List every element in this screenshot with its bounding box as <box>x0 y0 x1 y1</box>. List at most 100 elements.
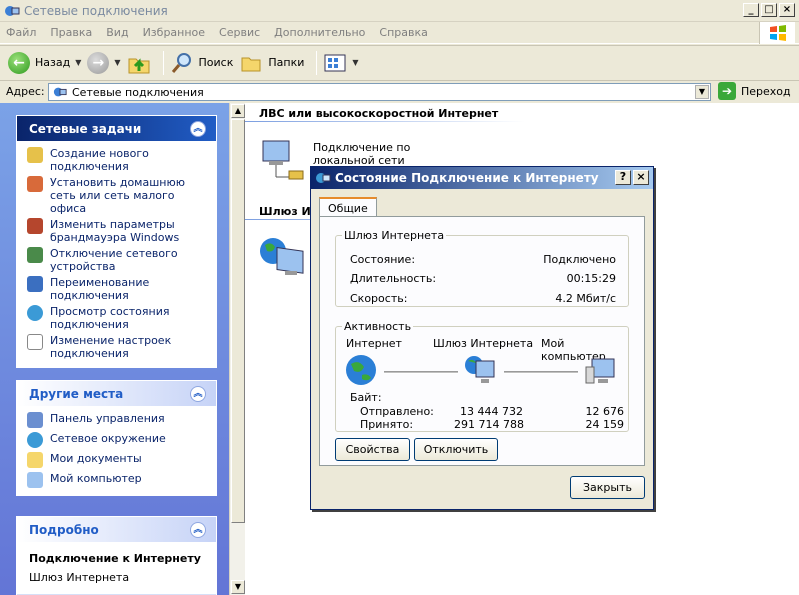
views-button[interactable]: ▼ <box>323 52 359 74</box>
my-documents-icon <box>27 452 43 468</box>
maximize-button[interactable]: □ <box>761 3 777 17</box>
collapse-icon[interactable]: ︽ <box>190 120 206 137</box>
address-dropdown-button[interactable]: ▼ <box>695 85 709 99</box>
folders-label: Папки <box>268 56 305 69</box>
control-panel-icon <box>27 412 43 428</box>
forward-button[interactable]: → ▼ <box>87 51 121 74</box>
gateway-legend: Шлюз Интернета <box>344 229 445 242</box>
network-connections-icon <box>53 87 67 97</box>
sent-row: Отправлено: 13 444 732 12 676 <box>360 405 624 418</box>
toolbar-separator <box>162 50 164 75</box>
chevron-down-icon[interactable]: ▼ <box>114 58 120 67</box>
task-rename[interactable]: Переименование подключения <box>27 276 210 302</box>
received-internet-value: 291 714 788 <box>454 418 524 431</box>
place-network-neighborhood[interactable]: Сетевое окружение <box>27 432 210 448</box>
speed-label: Скорость: <box>350 292 408 305</box>
rename-icon <box>27 276 43 292</box>
windows-logo <box>759 22 795 44</box>
address-input[interactable]: Сетевые подключения ▼ <box>48 83 711 101</box>
activity-internet-label: Интернет <box>346 337 402 350</box>
task-label: Просмотр состояния подключения <box>50 305 170 331</box>
home-network-icon <box>27 176 43 192</box>
status-icon <box>27 305 43 321</box>
activity-legend: Активность <box>344 320 412 333</box>
task-home-network[interactable]: Установить домашнюю сеть или сеть малого… <box>27 176 210 215</box>
gateway-group: Шлюз Интернета Состояние: Подключено Дли… <box>335 229 629 307</box>
place-my-documents[interactable]: Мои документы <box>27 452 210 468</box>
connection-icon <box>316 173 331 183</box>
dialog-close-action-button[interactable]: Закрыть <box>570 476 645 499</box>
activity-gateway-label: Шлюз Интернета <box>433 337 534 350</box>
dialog-title: Состояние Подключение к Интернету <box>335 171 599 185</box>
up-folder-button[interactable] <box>127 51 151 75</box>
menu-file[interactable]: Файл <box>6 26 36 39</box>
internet-globe-icon <box>344 353 378 387</box>
scroll-thumb[interactable] <box>231 119 245 523</box>
window-title: Сетевые подключения <box>24 3 168 18</box>
state-value: Подключено <box>543 253 616 266</box>
search-label: Поиск <box>198 56 234 69</box>
activity-link-internet <box>384 371 458 374</box>
chevron-down-icon[interactable]: ▼ <box>352 58 358 67</box>
scroll-up-button[interactable]: ▲ <box>231 104 245 118</box>
details-panel: Подробно ︽ Подключение к Интернету Шлюз … <box>16 516 217 595</box>
vertical-scrollbar[interactable]: ▲ ▼ <box>229 103 245 595</box>
menu-edit[interactable]: Правка <box>50 26 92 39</box>
activity-link-computer <box>504 371 578 374</box>
collapse-icon[interactable]: ︽ <box>190 385 206 402</box>
tab-general[interactable]: Общие <box>319 197 377 217</box>
details-header[interactable]: Подробно ︽ <box>17 517 216 542</box>
back-button[interactable]: ← Назад ▼ <box>8 51 81 74</box>
other-places-header[interactable]: Другие места ︽ <box>17 381 216 406</box>
my-computer-icon <box>584 353 618 387</box>
task-change-settings[interactable]: Изменение настроек подключения <box>27 334 210 360</box>
search-icon <box>171 52 191 73</box>
network-neighborhood-icon <box>27 432 43 448</box>
folders-icon <box>241 57 261 71</box>
internet-gateway-icon[interactable] <box>259 233 305 279</box>
folders-button[interactable]: Папки <box>239 51 304 75</box>
search-button[interactable]: Поиск <box>170 51 234 75</box>
collapse-icon[interactable]: ︽ <box>190 521 206 538</box>
help-button[interactable]: ? <box>615 170 631 185</box>
sent-label: Отправлено: <box>360 405 434 418</box>
details-title: Подробно <box>29 522 99 537</box>
menu-favorites[interactable]: Избранное <box>143 26 205 39</box>
close-button[interactable]: × <box>779 3 795 17</box>
forward-arrow-icon: → <box>87 51 110 74</box>
menu-help[interactable]: Справка <box>379 26 427 39</box>
duration-value: 00:15:29 <box>566 272 616 285</box>
task-firewall[interactable]: Изменить параметры брандмауэра Windows <box>27 218 210 244</box>
dialog-close-button[interactable]: × <box>633 170 649 185</box>
state-label: Состояние: <box>350 253 416 266</box>
place-label: Панель управления <box>50 412 165 425</box>
go-button[interactable]: ➔ Переход <box>718 82 791 100</box>
scroll-down-button[interactable]: ▼ <box>231 580 245 594</box>
task-view-status[interactable]: Просмотр состояния подключения <box>27 305 210 331</box>
address-bar: Адрес: Сетевые подключения ▼ ➔ Переход <box>0 80 799 102</box>
sent-computer-value: 12 676 <box>585 405 625 418</box>
menu-tools[interactable]: Сервис <box>219 26 260 39</box>
received-computer-value: 24 159 <box>585 418 625 431</box>
network-tasks-header[interactable]: Сетевые задачи ︽ <box>17 116 216 141</box>
minimize-button[interactable]: _ <box>743 3 759 17</box>
place-my-computer[interactable]: Мой компьютер <box>27 472 210 488</box>
menu-advanced[interactable]: Дополнительно <box>274 26 365 39</box>
menu-view[interactable]: Вид <box>106 26 128 39</box>
sent-internet-value: 13 444 732 <box>460 405 523 418</box>
activity-group: Активность Интернет Шлюз Интернета Мой к… <box>335 320 629 432</box>
duration-label: Длительность: <box>350 272 437 285</box>
details-connection-type: Шлюз Интернета <box>29 571 130 584</box>
place-control-panel[interactable]: Панель управления <box>27 412 210 428</box>
task-label: Установить домашнюю сеть или сеть малого… <box>50 176 185 215</box>
lan-connection-icon[interactable] <box>259 137 305 183</box>
properties-button[interactable]: Свойства <box>335 438 410 461</box>
lan-connection-label[interactable]: Подключение по локальной сети <box>313 141 473 167</box>
disconnect-button[interactable]: Отключить <box>414 438 498 461</box>
chevron-down-icon[interactable]: ▼ <box>75 58 81 67</box>
received-label: Принято: <box>360 418 414 431</box>
received-row: Принято: 291 714 788 24 159 <box>360 418 624 431</box>
task-create-connection[interactable]: Создание нового подключения <box>27 147 210 173</box>
task-disable-device[interactable]: Отключение сетевого устройства <box>27 247 210 273</box>
group-divider <box>245 121 525 122</box>
